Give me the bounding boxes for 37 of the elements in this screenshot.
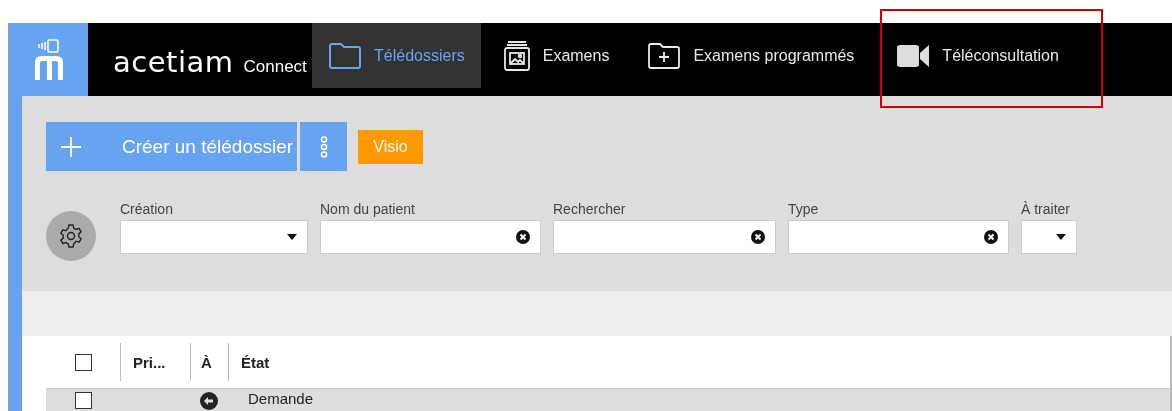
video-camera-icon <box>896 42 931 69</box>
table-row[interactable]: Demande <box>46 388 1170 411</box>
clear-icon[interactable] <box>984 230 998 244</box>
product-name: Connect <box>243 57 307 77</box>
nav-tab[interactable]: Téléconsultation <box>880 23 1075 88</box>
nav-tab[interactable]: Examens <box>486 23 626 88</box>
filter-label: À traiter <box>1021 201 1071 217</box>
input-field[interactable] <box>788 220 1009 254</box>
nav-tab[interactable]: Examens programmés <box>631 23 871 88</box>
column-header[interactable]: Pri... <box>120 343 190 381</box>
input-field[interactable] <box>320 220 541 254</box>
filter-label: Nom du patient <box>320 201 416 217</box>
plus-icon <box>60 135 82 158</box>
table-cell-text: Demande <box>247 390 314 408</box>
reply-icon <box>200 392 218 410</box>
filter-label: Type <box>788 201 820 217</box>
folder-icon <box>328 41 362 70</box>
settings-icon <box>58 223 84 249</box>
clear-icon[interactable] <box>751 230 765 244</box>
select-all-checkbox[interactable] <box>74 353 92 371</box>
row-checkbox[interactable] <box>74 392 92 409</box>
column-header[interactable]: À <box>190 343 228 381</box>
brand-name: acetiam <box>113 45 234 79</box>
select-field[interactable] <box>120 220 308 254</box>
folder-plus-icon <box>647 41 682 70</box>
clear-icon[interactable] <box>516 230 530 244</box>
more-icon <box>319 135 328 158</box>
settings-button[interactable] <box>46 211 96 261</box>
image-stack-icon <box>502 39 531 72</box>
caret-icon <box>1056 234 1066 240</box>
column-header[interactable]: État <box>228 343 270 381</box>
filter-label: Rechercher <box>553 201 627 217</box>
filter-label: Création <box>120 201 174 217</box>
nav-tab[interactable]: Télédossiers <box>312 23 481 88</box>
input-field[interactable] <box>553 220 776 254</box>
select-field[interactable] <box>1021 220 1077 254</box>
caret-icon <box>287 234 297 240</box>
